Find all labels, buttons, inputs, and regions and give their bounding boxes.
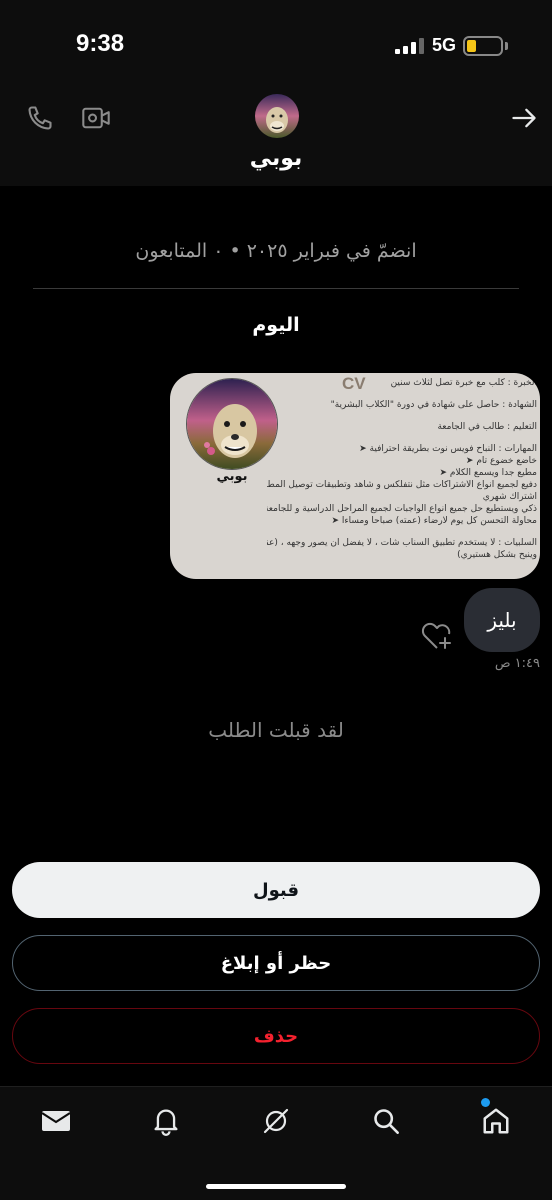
signal-icon [395, 38, 427, 54]
message-bubble[interactable]: بليز [464, 588, 540, 652]
cv-name: بوبي [216, 469, 248, 484]
status-time: 9:38 [76, 30, 125, 57]
cv-text-block: الخبرة : كلب مع خبرة تصل لثلاث سنين الشه… [267, 377, 537, 561]
phone-icon[interactable] [20, 98, 60, 138]
cv-line: ذكي ويستطيع حل جميع انواع الواجبات لجميع… [267, 504, 537, 514]
day-label: اليوم [252, 314, 300, 336]
cv-line: التعليم : طالب في الجامعة [437, 422, 537, 432]
home-icon[interactable] [478, 1103, 514, 1139]
bottom-navigation [0, 1086, 552, 1200]
status-bar: 9:38 5G [0, 0, 552, 90]
cv-line: الشهادة : حاصل على شهادة في دورة "الكلاب… [330, 400, 537, 410]
cv-line: مطيع جدا ويسمع الكلام ➤ [439, 468, 537, 478]
grok-icon[interactable] [258, 1103, 294, 1139]
cv-image-message[interactable]: بوبي CV الخبرة : كلب مع خبرة تصل لثلاث س… [170, 373, 540, 579]
cv-line: محاولة التحسن كل يوم لارضاء (عمته) صباحا… [331, 516, 538, 526]
cv-line: اشتراك شهري [482, 492, 537, 502]
block-or-report-button[interactable]: حظر أو إبلاغ [12, 935, 540, 991]
cv-line: المهارات : النباح فويس نوت بطريقة احتراف… [359, 444, 537, 454]
cv-avatar-image [186, 378, 278, 470]
contact-avatar[interactable] [255, 94, 299, 138]
cv-line: السلبيات : لا يستخدم تطبيق السناب شات ، … [267, 538, 537, 548]
conversation-header: بوبي [0, 90, 552, 186]
home-indicator [206, 1184, 346, 1189]
cv-line: الخبرة : كلب مع خبرة تصل لثلاث سنين [390, 378, 537, 388]
battery-icon [463, 36, 503, 56]
cv-line: وينبح بشكل هستيري) [457, 550, 537, 560]
cv-line: خاضع خضوع تام ➤ [465, 456, 537, 466]
divider [33, 288, 519, 289]
search-icon[interactable] [368, 1103, 404, 1139]
delete-button[interactable]: حذف [12, 1008, 540, 1064]
bell-icon[interactable] [148, 1103, 184, 1139]
cv-line: دفيع لجميع انواع الاشتراكات مثل نتفلكس و… [267, 480, 537, 490]
accepted-notice: لقد قبلت الطلب [208, 718, 344, 742]
battery-tip [505, 42, 508, 50]
arrow-right-icon[interactable] [504, 98, 544, 138]
joined-info: انضمّ في فبراير ٢٠٢٥ • ٠ المتابعون [135, 240, 417, 262]
notification-dot [481, 1098, 490, 1107]
mail-icon[interactable] [38, 1103, 74, 1139]
accept-button[interactable]: قبول [12, 862, 540, 918]
heart-plus-icon[interactable] [420, 620, 454, 652]
message-timestamp: ١:٤٩ ص [494, 656, 540, 671]
contact-name[interactable]: بوبي [200, 146, 352, 171]
video-call-icon[interactable] [74, 98, 118, 138]
network-label: 5G [432, 35, 457, 55]
